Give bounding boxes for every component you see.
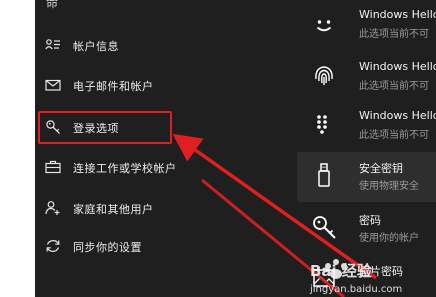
option-subtitle: 使用你的帐户 [359,233,419,244]
usb-key-icon [318,163,330,187]
person-card-icon [45,39,60,50]
sync-icon [46,240,60,252]
sidebar: 命 帐户信息 电子邮件和帐户 登录选项 连接工作或学校帐户 家庭和其他用户 同步… [35,0,297,297]
mail-icon [45,79,61,91]
baidu-watermark: Bai 经验 jingyan.baidu.com [309,259,402,295]
sidebar-item-label: 同步你的设置 [73,241,142,254]
briefcase-icon [45,160,61,174]
sidebar-item-family-users[interactable]: 家庭和其他用户 [35,193,297,223]
option-windows-hello-face[interactable]: Windows Hello 此选项当前不可 [297,0,436,50]
option-title: Windows Hello [359,8,436,21]
option-subtitle: 此选项当前不可 [359,81,429,92]
option-subtitle: 使用物理安全 [359,181,419,192]
option-title: Windows Hello [359,109,436,122]
option-title: 安全密钥 [359,162,403,175]
sidebar-item-account-info[interactable]: 帐户信息 [35,30,297,60]
option-password[interactable]: 密码 使用你的帐户 [297,204,436,254]
option-title: Windows Hello [359,60,436,73]
sidebar-item-work-school[interactable]: 连接工作或学校帐户 [35,152,297,182]
option-windows-hello-fingerprint[interactable]: Windows Hello 此选项当前不可 [297,52,436,102]
password-key-icon [313,216,336,239]
smiley-face-icon [316,20,332,32]
pin-keypad-icon [317,115,327,134]
sidebar-item-email-accounts[interactable]: 电子邮件和帐户 [35,70,297,100]
watermark-url: jingyan.baidu.com [309,284,402,295]
fingerprint-icon [315,66,333,85]
option-subtitle: 此选项当前不可 [359,130,429,141]
watermark-text: Bai 经验 [310,262,373,280]
sidebar-item-label: 电子邮件和帐户 [73,80,154,93]
sidebar-item-label: 连接工作或学校帐户 [73,162,177,175]
option-title: 密码 [359,214,381,227]
sidebar-item-sync-settings[interactable]: 同步你的设置 [35,231,297,261]
option-subtitle: 此选项当前不可 [359,29,429,40]
annotation-highlight-box [38,111,172,144]
option-windows-hello-pin[interactable]: Windows Hello 此选项当前不可 [297,101,436,151]
home-glyph: 命 [46,0,59,10]
sidebar-item-label: 家庭和其他用户 [73,203,154,216]
person-add-icon [45,201,60,215]
sidebar-item-label: 帐户信息 [73,40,119,53]
option-security-key[interactable]: 安全密钥 使用物理安全 [297,152,436,202]
